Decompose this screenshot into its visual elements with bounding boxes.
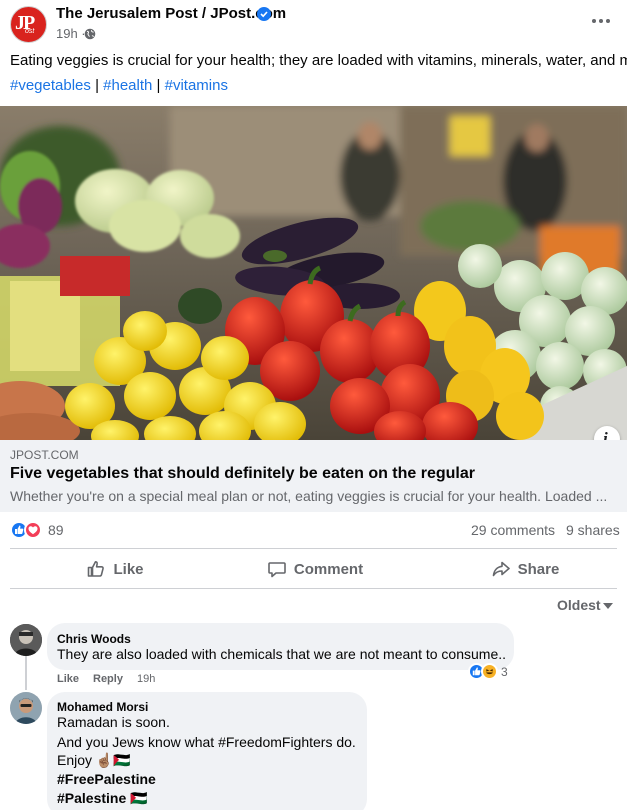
comment-text-line: Ramadan is soon. [57, 714, 170, 730]
comment-reaction-count[interactable]: 3 [501, 665, 508, 679]
comment-button-label: Comment [293, 560, 364, 578]
reaction-count[interactable]: 89 [48, 522, 64, 538]
like-button-label: Like [113, 560, 144, 578]
page-logo-subtext: ost [25, 28, 35, 35]
chevron-down-icon[interactable] [603, 603, 613, 609]
link-description: Whether you're on a special meal plan or… [10, 488, 608, 504]
like-button[interactable]: Like [60, 552, 170, 586]
comment-reply-link[interactable]: Reply [93, 673, 123, 685]
hashtag-link[interactable]: #vegetables [10, 77, 91, 94]
comment-text-line: And you Jews know what #FreedomFighters … [57, 734, 356, 750]
comment-hashtag[interactable]: #Palestine 🇵🇸 [57, 790, 148, 807]
divider [10, 548, 617, 549]
share-arrow-icon [492, 561, 510, 577]
link-preview[interactable]: JPOST.COM Five vegetables that should de… [0, 440, 627, 512]
link-title[interactable]: Five vegetables that should definitely b… [10, 465, 475, 483]
thumbs-up-icon [88, 561, 105, 577]
vegetable-market-photo [0, 106, 627, 440]
haha-reaction-icon [481, 663, 498, 680]
page-name[interactable]: The Jerusalem Post / JPost.com [56, 5, 286, 22]
link-preview-image[interactable] [0, 106, 627, 440]
shares-count[interactable]: 9 shares [566, 522, 620, 538]
comment-like-link[interactable]: Like [57, 673, 79, 685]
comment-reactions[interactable] [468, 663, 500, 680]
avatar[interactable] [10, 692, 42, 724]
globe-icon [84, 28, 96, 40]
love-reaction-icon [24, 521, 42, 539]
page-avatar[interactable]: JP ost [10, 6, 47, 43]
post-hashtags: #vegetables | #health | #vitamins [10, 77, 228, 94]
reactions-summary[interactable] [10, 521, 44, 539]
link-domain: JPOST.COM [10, 448, 79, 462]
hashtag-separator: | [156, 77, 161, 94]
comment-timestamp[interactable]: 19h [137, 673, 155, 685]
avatar[interactable] [10, 624, 42, 656]
hashtag-link[interactable]: #health [103, 77, 152, 94]
share-button-label: Share [517, 560, 560, 578]
comment-author[interactable]: Chris Woods [57, 632, 131, 646]
post-text: Eating veggies is crucial for your healt… [10, 52, 627, 69]
divider [10, 588, 617, 589]
comment-text-line: Enjoy ☝🏽🇵🇸 [57, 752, 131, 768]
comment-sort-dropdown[interactable]: Oldest [557, 597, 601, 613]
more-options-icon[interactable] [590, 14, 612, 28]
verified-badge-icon [257, 7, 271, 21]
post-header: JP ost The Jerusalem Post / JPost.com 19… [0, 0, 627, 48]
share-button[interactable]: Share [470, 552, 580, 586]
comment-text: They are also loaded with chemicals that… [57, 646, 507, 662]
thread-connector [25, 656, 27, 690]
comment-button[interactable]: Comment [255, 552, 375, 586]
post-timestamp[interactable]: 19h · [56, 26, 86, 41]
comment-hashtag[interactable]: #FreePalestine [57, 771, 156, 787]
hashtag-separator: | [95, 77, 99, 94]
hashtag-link[interactable]: #vitamins [165, 77, 228, 94]
comment-bubble-icon [268, 562, 286, 578]
comments-count[interactable]: 29 comments [471, 522, 555, 538]
comment-author[interactable]: Mohamed Morsi [57, 700, 148, 714]
